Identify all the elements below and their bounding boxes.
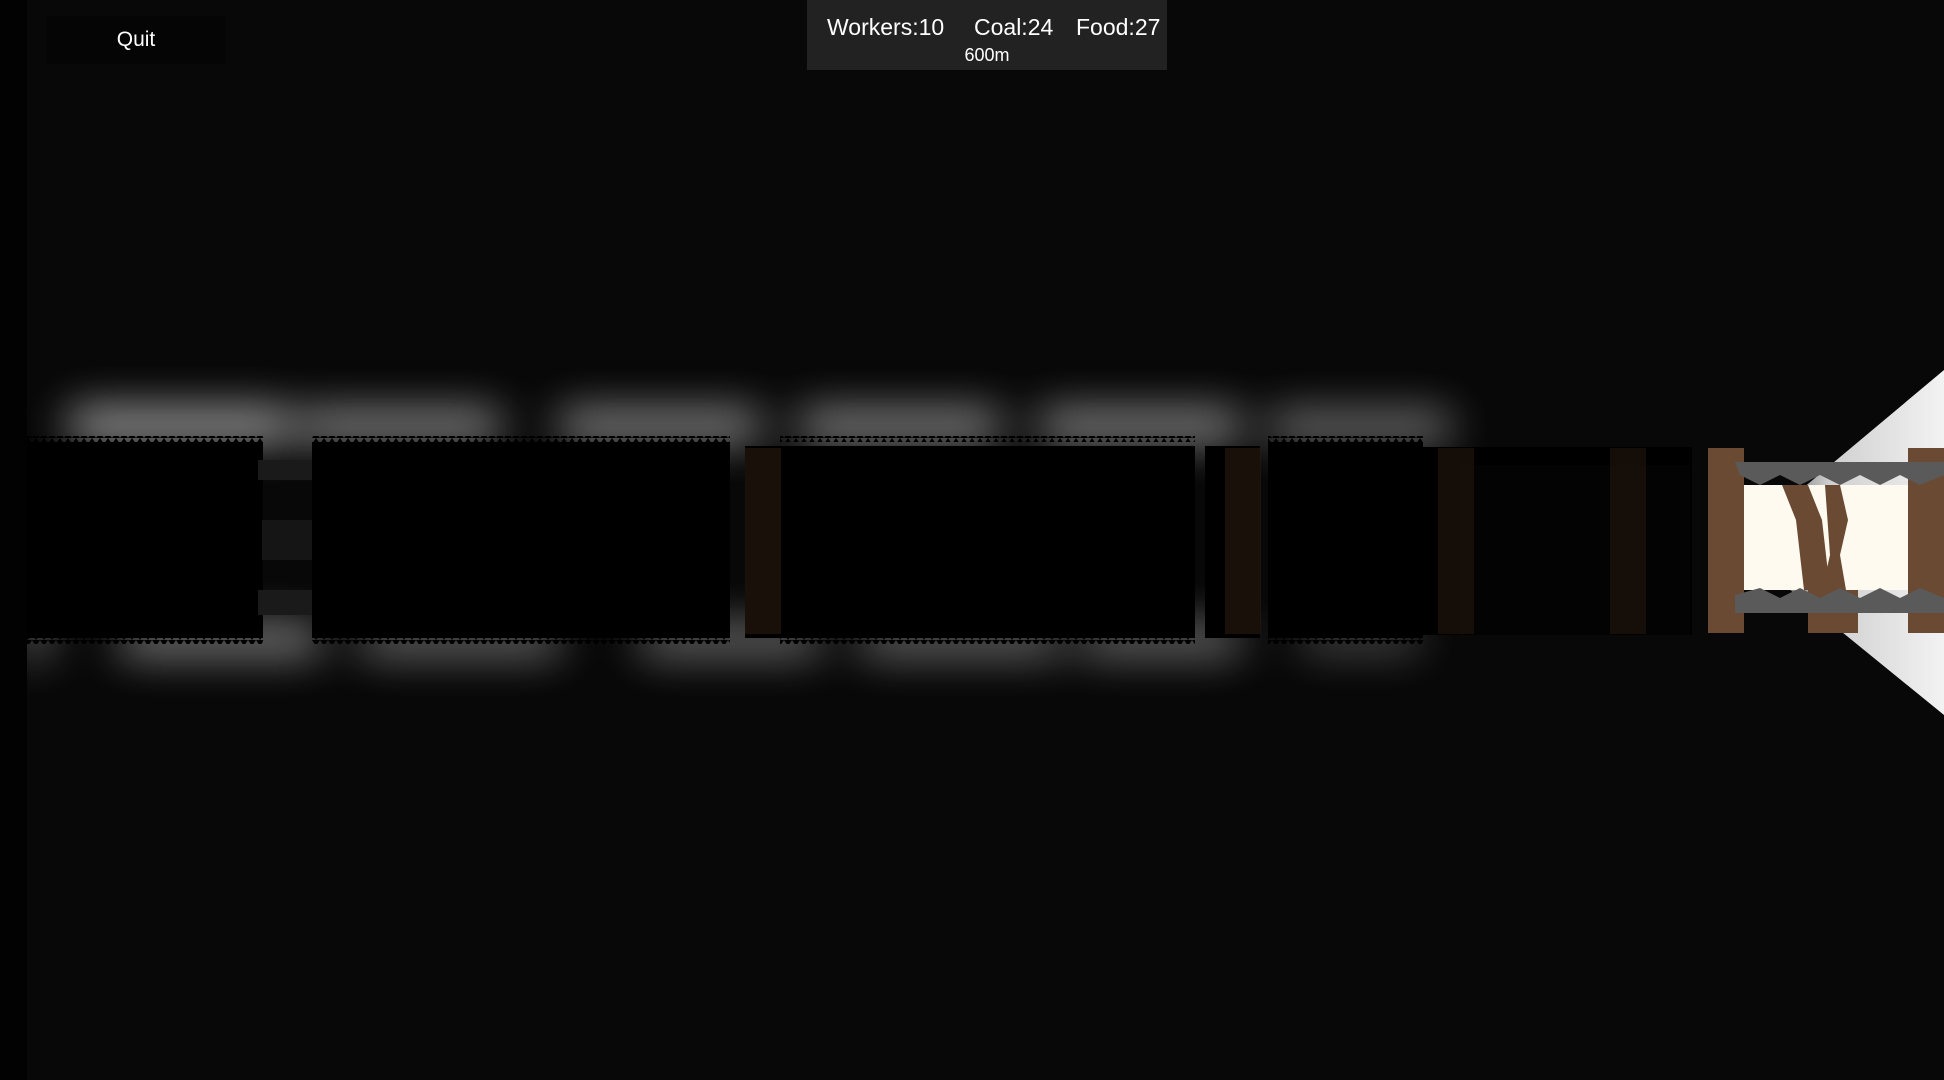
coal-count: Coal:24 [974, 14, 1054, 40]
resource-hud: Workers:10 Coal:24 Food:27 600m [807, 0, 1167, 70]
mine-scene [20, 370, 1944, 715]
left-edge-strip [0, 0, 27, 1080]
quit-button[interactable]: Quit [47, 16, 225, 64]
game-viewport[interactable]: Quit Workers:10 Coal:24 Food:27 600m [0, 0, 1944, 1080]
food-count: Food:27 [1076, 14, 1161, 40]
workers-count: Workers:10 [827, 14, 945, 40]
depth-readout: 600m [964, 45, 1010, 65]
